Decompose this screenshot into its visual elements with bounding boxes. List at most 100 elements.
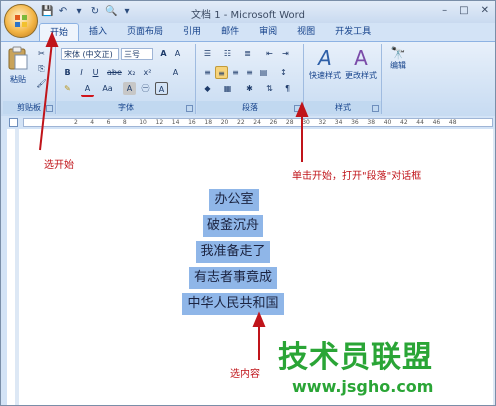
character-shading-button[interactable]: A — [123, 82, 136, 95]
italic-button[interactable]: I — [75, 66, 88, 79]
clear-format-button[interactable]: A — [169, 66, 182, 79]
paragraph-group-label: 段落 — [197, 101, 303, 114]
ruler-tick: 12 — [155, 119, 164, 126]
font-name-select[interactable]: 宋体 (中文正) — [61, 48, 119, 60]
paste-button[interactable]: 粘贴 — [5, 46, 31, 90]
ruler-tick: 6 — [106, 119, 111, 126]
align-left-icon[interactable]: ≡ — [201, 66, 214, 79]
enclose-character-icon[interactable]: ㊀ — [139, 82, 152, 95]
underline-button[interactable]: U — [89, 66, 102, 79]
maximize-button[interactable]: □ — [459, 5, 468, 16]
close-button[interactable]: ✕ — [481, 5, 489, 16]
justify-icon[interactable]: ≡ — [243, 66, 256, 79]
font-group-label: 字体 — [57, 101, 195, 114]
ruler-tick: 18 — [204, 119, 213, 126]
tab-review[interactable]: 审阅 — [249, 23, 287, 41]
tab-references[interactable]: 引用 — [173, 23, 211, 41]
editing-label: 编辑 — [390, 61, 406, 70]
change-styles-label: 更改样式 — [345, 71, 377, 80]
bold-button[interactable]: B — [61, 66, 74, 79]
superscript-button[interactable]: x² — [141, 66, 154, 79]
office-logo-icon — [15, 15, 27, 27]
paragraph-dialog-launcher[interactable] — [294, 105, 301, 112]
ruler-tick: 40 — [383, 119, 392, 126]
shading-icon[interactable]: ◆ — [201, 82, 214, 95]
sort-icon[interactable]: ⇅ — [263, 82, 276, 95]
ruler-tick: 8 — [122, 119, 127, 126]
tab-view[interactable]: 视图 — [287, 23, 325, 41]
distribute-icon[interactable]: ▤ — [257, 66, 270, 79]
ruler-tick: 48 — [448, 119, 457, 126]
editing-button[interactable]: 🔭 编辑 — [385, 46, 411, 71]
ruler-tick: 24 — [253, 119, 261, 126]
paste-icon — [8, 46, 28, 70]
tab-developer[interactable]: 开发工具 — [325, 23, 381, 41]
ruler-tick: 20 — [220, 119, 229, 126]
annotation-select-start: 选开始 — [44, 160, 74, 171]
tab-mailings[interactable]: 邮件 — [211, 23, 249, 41]
change-styles-button[interactable]: A 更改样式 — [343, 46, 379, 81]
styles-dialog-launcher[interactable] — [372, 105, 379, 112]
minimize-button[interactable]: – — [442, 5, 447, 16]
cut-icon[interactable]: ✂ — [35, 47, 48, 60]
borders-icon[interactable]: ▦ — [221, 82, 234, 95]
quick-styles-label: 快速样式 — [309, 71, 341, 80]
clipboard-dialog-launcher[interactable] — [46, 105, 53, 112]
decrease-indent-icon[interactable]: ⇤ — [263, 47, 276, 60]
ribbon-tabs: 开始 插入 页面布局 引用 邮件 审阅 视图 开发工具 — [39, 23, 381, 42]
tab-page-layout[interactable]: 页面布局 — [117, 23, 173, 41]
doc-line-4[interactable]: 有志者事竟成 — [189, 267, 277, 289]
doc-line-2[interactable]: 破釜沉舟 — [203, 215, 263, 237]
group-clipboard: 粘贴 ✂ ⎘ 🖌 剪贴板 — [3, 44, 56, 114]
numbering-icon[interactable]: ☷ — [221, 47, 234, 60]
quick-styles-button[interactable]: A 快速样式 — [307, 46, 343, 81]
subscript-button[interactable]: x₂ — [125, 66, 138, 79]
group-editing: 🔭 编辑 — [383, 44, 413, 114]
ruler-tick: 46 — [432, 119, 441, 126]
tab-insert[interactable]: 插入 — [79, 23, 117, 41]
tab-home[interactable]: 开始 — [39, 23, 80, 42]
align-right-icon[interactable]: ≡ — [229, 66, 242, 79]
strikethrough-button[interactable]: abe — [107, 66, 122, 79]
highlight-color-icon[interactable]: ✎ — [61, 82, 74, 95]
grow-font-button[interactable]: A — [157, 47, 170, 60]
group-font: 宋体 (中文正) 三号 A A B I U abe x₂ x² A ✎ A Aa… — [57, 44, 196, 114]
shrink-font-button[interactable]: A — [171, 47, 184, 60]
font-color-button[interactable]: A — [81, 82, 94, 97]
line-spacing-icon[interactable]: ↕ — [277, 66, 290, 79]
ruler-tick: 32 — [318, 119, 327, 126]
watermark-text: 技术员联盟 — [278, 340, 433, 375]
styles-group-label: 样式 — [305, 101, 381, 114]
font-size-select[interactable]: 三号 — [121, 48, 153, 60]
window-title: 文档 1 - Microsoft Word — [191, 10, 305, 21]
doc-line-1[interactable]: 办公室 — [209, 189, 259, 211]
paste-label: 粘贴 — [10, 75, 26, 84]
bullets-icon[interactable]: ☰ — [201, 47, 214, 60]
font-dialog-launcher[interactable] — [186, 105, 193, 112]
ruler-tick: 26 — [269, 119, 278, 126]
group-styles: A 快速样式 A 更改样式 样式 — [305, 44, 382, 114]
doc-line-5[interactable]: 中华人民共和国 — [182, 293, 284, 315]
ruler-tick: 16 — [188, 119, 196, 126]
character-border-icon[interactable]: A — [155, 82, 168, 95]
increase-indent-icon[interactable]: ⇥ — [279, 47, 292, 60]
ruler-tick: 28 — [285, 119, 294, 126]
change-case-button[interactable]: Aa — [101, 82, 114, 95]
horizontal-ruler[interactable]: 2 4 6 8 10 12 14 16 18 20 22 24 26 28 30 32 34 36 38 40 42 44… — [23, 118, 493, 127]
doc-line-3[interactable]: 我准备走了 — [196, 241, 270, 263]
multilevel-list-icon[interactable]: ≣ — [241, 47, 254, 60]
ribbon: 粘贴 ✂ ⎘ 🖌 剪贴板 宋体 (中文正) 三号 A A B I U abe x… — [1, 41, 495, 117]
group-paragraph: ☰ ☷ ≣ ⇤ ⇥ ≡ ≡ ≡ ≡ ▤ ↕ ◆ ▦ ✱ ⇅ ¶ 段落 — [197, 44, 304, 114]
office-button[interactable] — [4, 4, 38, 38]
show-marks-icon[interactable]: ¶ — [281, 82, 294, 95]
title-bar: 💾 ↶ ▾ ↻ 🔍 ▾ 文档 1 - Microsoft Word – □ ✕ — [1, 1, 495, 23]
window-controls: – □ ✕ — [442, 5, 489, 16]
format-painter-icon[interactable]: 🖌 — [35, 77, 48, 90]
ruler-tick: 30 — [302, 119, 310, 126]
ruler-tick: 10 — [139, 119, 147, 126]
align-center-icon[interactable]: ≡ — [215, 66, 228, 79]
ruler-tick: 42 — [400, 119, 408, 126]
copy-icon[interactable]: ⎘ — [35, 62, 48, 75]
tab-selector[interactable] — [9, 118, 18, 127]
chinese-layout-icon[interactable]: ✱ — [243, 82, 256, 95]
